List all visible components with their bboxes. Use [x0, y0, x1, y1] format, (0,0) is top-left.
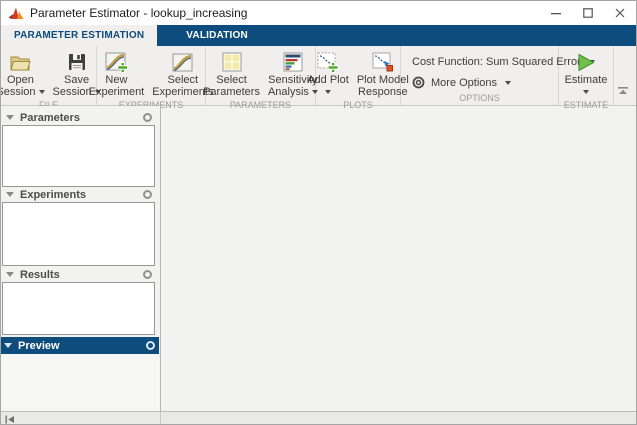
- panel-header-parameters[interactable]: Parameters: [3, 110, 156, 125]
- dropdown-arrow-icon: [505, 81, 511, 85]
- select-experiments-icon: [172, 50, 193, 74]
- window-controls: [540, 1, 636, 25]
- ribbon-group-options: Cost Function: Sum Squared Error More Op…: [401, 46, 559, 105]
- more-options-button[interactable]: More Options: [401, 76, 558, 89]
- maximize-button[interactable]: [572, 1, 604, 25]
- add-plot-button[interactable]: Add Plot: [303, 49, 353, 99]
- ribbon-group-label-plots: PLOTS: [316, 99, 400, 111]
- minimize-button[interactable]: [540, 1, 572, 25]
- select-parameters-button[interactable]: Select Parameters: [199, 49, 264, 99]
- scroll-collapse-left-button[interactable]: [5, 415, 15, 424]
- panel-header-preview[interactable]: Preview: [1, 337, 159, 354]
- open-session-button[interactable]: Open Session: [0, 49, 49, 99]
- panel-menu-icon[interactable]: [143, 113, 152, 122]
- new-experiment-button[interactable]: New Experiment: [85, 49, 149, 99]
- statusbar-divider: [160, 412, 161, 425]
- main-canvas: [161, 106, 636, 411]
- panel-header-results[interactable]: Results: [3, 267, 156, 282]
- results-list[interactable]: [2, 282, 155, 335]
- cost-function-dropdown[interactable]: Cost Function: Sum Squared Error: [401, 56, 558, 68]
- collapse-triangle-icon: [4, 343, 12, 348]
- collapse-triangle-icon: [6, 192, 14, 197]
- panel-menu-icon[interactable]: [143, 270, 152, 279]
- dropdown-arrow-icon: [325, 90, 331, 94]
- maximize-icon: [583, 8, 593, 18]
- ribbon-group-parameters: Select Parameters Sensit: [206, 46, 316, 105]
- new-experiment-icon: [105, 50, 128, 74]
- title-bar: Parameter Estimator - lookup_increasing: [1, 1, 636, 25]
- ribbon-group-label-estimate: ESTIMATE: [559, 99, 613, 111]
- open-folder-icon: [10, 50, 31, 74]
- collapse-ribbon-icon: [617, 86, 629, 95]
- plot-model-response-icon: [372, 50, 394, 74]
- tab-parameter-estimation[interactable]: PARAMETER ESTIMATION: [1, 25, 157, 46]
- ribbon-toolbar: Open Session Save: [1, 46, 636, 106]
- ribbon-group-label-parameters: PARAMETERS: [206, 99, 315, 111]
- parameters-list[interactable]: [2, 125, 155, 187]
- ribbon-spacer: [614, 46, 636, 105]
- experiments-list[interactable]: [2, 202, 155, 266]
- minimize-icon: [551, 8, 561, 18]
- ribbon-group-file: Open Session Save: [1, 46, 97, 105]
- sensitivity-analysis-icon: [283, 50, 303, 74]
- bottom-status-bar: [1, 411, 636, 425]
- ribbon-group-estimate: Estimate ESTIMATE: [559, 46, 614, 105]
- add-plot-icon: [317, 50, 339, 74]
- scroll-left-icon: [5, 415, 15, 424]
- matlab-logo-icon: [8, 6, 24, 20]
- estimate-button[interactable]: Estimate: [561, 49, 612, 99]
- tab-validation[interactable]: VALIDATION: [173, 25, 261, 46]
- panel-menu-icon[interactable]: [146, 341, 155, 350]
- dropdown-arrow-icon: [583, 90, 589, 94]
- more-options-icon: [412, 76, 425, 89]
- dropdown-arrow-icon: [39, 90, 45, 94]
- save-icon: [68, 50, 86, 74]
- ribbon-group-plots: Add Plot Plot Model Response: [316, 46, 401, 105]
- parameters-grid-icon: [222, 50, 242, 74]
- collapse-ribbon-button[interactable]: [617, 82, 629, 100]
- content-area: Parameters Experiments Results Preview: [1, 106, 636, 411]
- sidebar: Parameters Experiments Results Preview: [1, 106, 161, 411]
- panel-menu-icon[interactable]: [143, 190, 152, 199]
- estimate-run-icon: [576, 50, 596, 74]
- collapse-triangle-icon: [6, 272, 14, 277]
- window-title: Parameter Estimator - lookup_increasing: [30, 6, 247, 20]
- ribbon-group-label-options: OPTIONS: [401, 92, 558, 105]
- preview-pane: [1, 354, 159, 411]
- close-icon: [615, 8, 625, 18]
- ribbon-group-experiments: New Experiment Select Experiments EXP: [97, 46, 206, 105]
- parameter-estimator-window: Parameter Estimator - lookup_increasing …: [0, 0, 637, 425]
- panel-header-experiments[interactable]: Experiments: [3, 187, 156, 202]
- toolstrip-tab-bar: PARAMETER ESTIMATION VALIDATION: [1, 25, 636, 46]
- close-button[interactable]: [604, 1, 636, 25]
- collapse-triangle-icon: [6, 115, 14, 120]
